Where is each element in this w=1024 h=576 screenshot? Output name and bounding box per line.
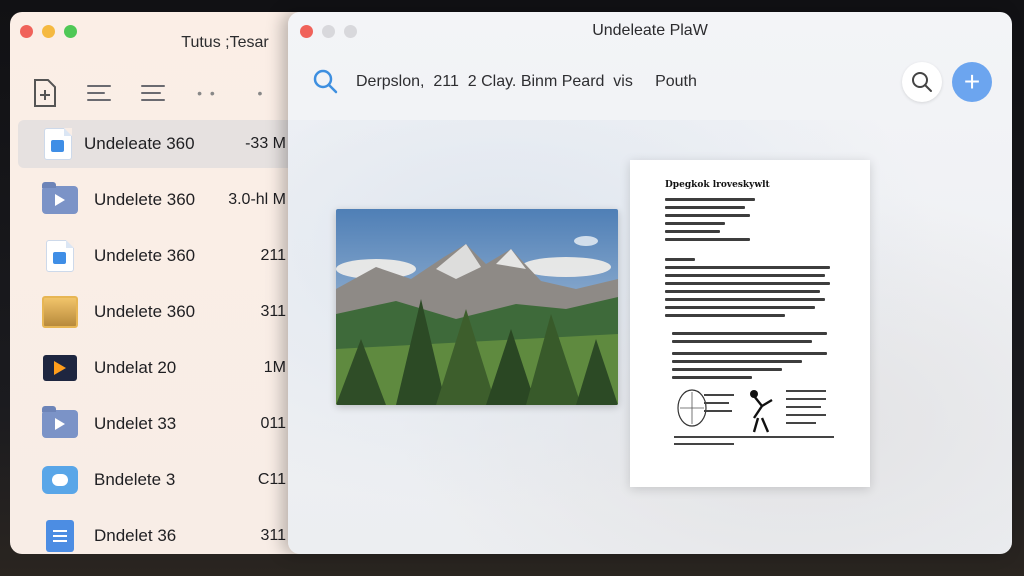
file-size: -33 M	[245, 135, 286, 152]
document-thumbnail[interactable]: Dpegkok lroveskywlt	[630, 160, 870, 487]
text-line	[665, 258, 695, 261]
doc-icon	[40, 128, 76, 160]
file-size: 1M	[263, 359, 286, 376]
text-line	[672, 332, 827, 335]
minimize-button[interactable]	[42, 25, 55, 38]
detail-view-icon[interactable]	[138, 78, 168, 108]
file-size: 3.0-hl M	[228, 191, 286, 208]
text-line	[665, 214, 750, 217]
file-size: 011	[260, 415, 286, 432]
file-name: Undelet 33	[94, 414, 177, 433]
file-name: Undelete 360	[94, 190, 196, 209]
text-line	[672, 376, 752, 379]
text-line	[665, 230, 720, 233]
text-line	[665, 290, 820, 293]
text-line	[665, 298, 825, 301]
text-line	[665, 206, 745, 209]
file-name: Undelat 20	[94, 358, 177, 377]
more-icon[interactable]: • •	[192, 78, 222, 108]
window-title: Undeleate PlaW	[592, 22, 708, 39]
text-line	[672, 352, 827, 355]
breadcrumb[interactable]: Derpslon, 211 2 Clay. Binm Peard vis Pou…	[356, 73, 697, 91]
video-folder-icon	[42, 182, 78, 216]
list-item[interactable]: Undelet 33 011	[18, 396, 300, 452]
image-icon	[42, 296, 78, 328]
close-button[interactable]	[20, 25, 33, 38]
list-item[interactable]: Undelete 360 311	[18, 284, 300, 340]
list-item[interactable]: Undelete 360 211	[18, 228, 300, 284]
new-file-icon[interactable]	[30, 78, 60, 108]
overflow-icon[interactable]: •	[246, 78, 276, 108]
file-size: C11	[257, 471, 286, 488]
toolbar: • • •	[30, 78, 276, 108]
zoom-button[interactable]	[64, 25, 77, 38]
note-icon	[42, 520, 78, 552]
file-size: 311	[260, 303, 286, 320]
add-button[interactable]: +	[952, 62, 992, 102]
cloud-icon	[42, 464, 78, 496]
video-folder-icon	[42, 406, 78, 440]
text-line	[665, 274, 825, 277]
file-name: Dndelet 36	[94, 526, 177, 545]
text-line	[672, 340, 812, 343]
search-icon[interactable]	[312, 68, 338, 94]
document-title: Dpegkok lroveskywlt	[665, 180, 770, 190]
file-name: Undelete 360	[94, 246, 196, 265]
text-line	[665, 306, 815, 309]
text-line	[665, 222, 725, 225]
list-view-icon[interactable]	[84, 78, 114, 108]
text-line	[665, 282, 830, 285]
list-item[interactable]: Undeleate 360 -33 M	[18, 120, 300, 168]
text-line	[672, 360, 802, 363]
file-name: Undeleate 360	[84, 134, 195, 153]
window-title: Tutus ;Tesar	[181, 34, 269, 51]
doc-icon	[42, 240, 78, 272]
text-line	[672, 368, 782, 371]
media-icon	[42, 352, 78, 384]
preview-window: Undeleate PlaW Derpslon, 211 2 Clay. Bin…	[288, 12, 1012, 554]
file-size: 211	[260, 247, 286, 264]
file-name: Bndelete 3	[94, 470, 176, 489]
list-item[interactable]: Dndelet 36 311	[18, 508, 300, 554]
text-line	[665, 198, 755, 201]
search-button[interactable]	[902, 62, 942, 102]
list-item[interactable]: Undelat 20 1M	[18, 340, 300, 396]
file-name: Undelete 360	[94, 302, 196, 321]
window-controls	[20, 25, 77, 38]
file-list: Undeleate 360 -33 M Undelete 360 3.0-hl …	[18, 120, 300, 554]
magnifier-icon	[912, 72, 932, 92]
landscape-thumbnail[interactable]	[336, 209, 618, 405]
document-figure	[674, 389, 834, 445]
list-item[interactable]: Undelete 360 3.0-hl M	[18, 172, 300, 228]
file-size: 311	[260, 527, 286, 544]
file-browser-window: Tutus ;Tesar • • • Undeleate 360 -33 M U…	[10, 12, 310, 554]
text-line	[665, 314, 785, 317]
list-item[interactable]: Bndelete 3 C11	[18, 452, 300, 508]
text-line	[665, 266, 830, 269]
text-line	[665, 238, 750, 241]
